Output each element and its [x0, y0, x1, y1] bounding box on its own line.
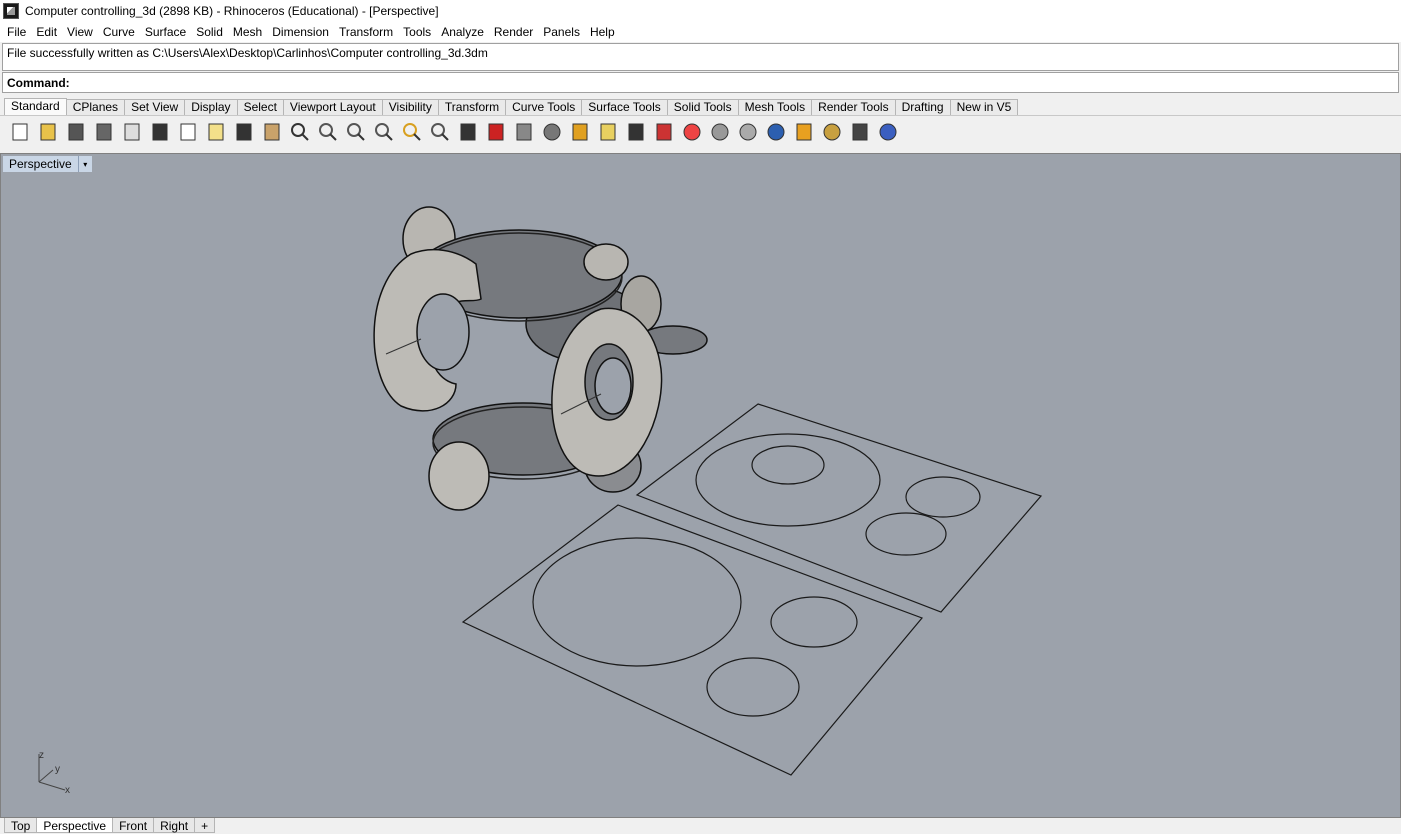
- axis-y-label: y: [55, 764, 60, 775]
- menu-edit[interactable]: Edit: [31, 25, 62, 39]
- command-label: Command:: [7, 75, 70, 90]
- menu-mesh[interactable]: Mesh: [228, 25, 267, 39]
- lightbulb-icon[interactable]: [594, 118, 622, 146]
- toolbar-tab-visibility[interactable]: Visibility: [381, 99, 439, 115]
- copy-icon[interactable]: [174, 118, 202, 146]
- viewport-title[interactable]: Perspective ▾: [3, 156, 92, 172]
- toolbar-tab-set-view[interactable]: Set View: [124, 99, 186, 115]
- pan-hand-icon[interactable]: [258, 118, 286, 146]
- rhino-app-icon[interactable]: [3, 3, 19, 19]
- snap-icon[interactable]: [846, 118, 874, 146]
- import-icon[interactable]: [118, 118, 146, 146]
- zoom-window-icon[interactable]: [342, 118, 370, 146]
- assembled-3d-model[interactable]: [373, 206, 708, 511]
- toolbar-tab-display[interactable]: Display: [184, 99, 238, 115]
- menu-view[interactable]: View: [62, 25, 98, 39]
- undo-view-icon[interactable]: [426, 118, 454, 146]
- toolbar-tab-select[interactable]: Select: [236, 99, 284, 115]
- menu-panels[interactable]: Panels: [538, 25, 585, 39]
- menu-tools[interactable]: Tools: [398, 25, 436, 39]
- viewport-menu-icon[interactable]: ▾: [77, 156, 92, 172]
- flag-icon[interactable]: [790, 118, 818, 146]
- toolbar-tabs: Standard CPlanes Set View Display Select View…: [4, 98, 1019, 115]
- menu-bar: File Edit View Curve Surface Solid Mesh Dimensi…: [0, 22, 1401, 42]
- view-tab-right[interactable]: Right: [153, 818, 196, 833]
- new-file-icon[interactable]: [6, 118, 34, 146]
- paste-icon[interactable]: [202, 118, 230, 146]
- view-tab-front[interactable]: Front: [112, 818, 155, 833]
- cplane-icon[interactable]: [566, 118, 594, 146]
- standard-toolbar: [0, 115, 1401, 147]
- toolbar-tab-cplanes[interactable]: CPlanes: [65, 99, 126, 115]
- toolbar-tab-transform[interactable]: Transform: [437, 99, 507, 115]
- settings-gear-icon[interactable]: [818, 118, 846, 146]
- point-icon[interactable]: [538, 118, 566, 146]
- select-filter-icon[interactable]: [510, 118, 538, 146]
- toolbar-tab-drafting[interactable]: Drafting: [894, 99, 951, 115]
- menu-file[interactable]: File: [2, 25, 31, 39]
- toolbar-tab-mesh-tools[interactable]: Mesh Tools: [737, 99, 813, 115]
- viewport-title-label[interactable]: Perspective: [3, 157, 78, 171]
- toolbar-tab-surface-tools[interactable]: Surface Tools: [581, 99, 668, 115]
- lock-icon[interactable]: [622, 118, 650, 146]
- axis-z-label: z: [39, 750, 44, 761]
- menu-solid[interactable]: Solid: [191, 25, 228, 39]
- menu-render[interactable]: Render: [489, 25, 538, 39]
- command-history: File successfully written as C:\Users\Al…: [2, 43, 1399, 71]
- rotate-view-icon[interactable]: [286, 118, 314, 146]
- menu-transform[interactable]: Transform: [334, 25, 398, 39]
- view-tab-top[interactable]: Top: [4, 818, 38, 833]
- cut-icon[interactable]: [146, 118, 174, 146]
- window-title: Computer controlling_3d (2898 KB) - Rhin…: [25, 4, 439, 18]
- viewport-layout-icon[interactable]: [454, 118, 482, 146]
- toolbar-tab-curve-tools[interactable]: Curve Tools: [505, 99, 583, 115]
- axis-x-label: x: [65, 785, 70, 796]
- title-bar: Computer controlling_3d (2898 KB) - Rhin…: [0, 0, 1401, 22]
- toolbar-tab-new-in-v5[interactable]: New in V5: [949, 99, 1019, 115]
- toolbar-tab-solid-tools[interactable]: Solid Tools: [666, 99, 739, 115]
- print-icon[interactable]: [90, 118, 118, 146]
- blue-sphere-icon[interactable]: [762, 118, 790, 146]
- color-wheel-icon[interactable]: [678, 118, 706, 146]
- rendered-sphere-icon[interactable]: [734, 118, 762, 146]
- viewport-scene[interactable]: z y x: [1, 154, 1400, 817]
- shaded-sphere-icon[interactable]: [706, 118, 734, 146]
- cut-sheet-front[interactable]: [461, 504, 924, 776]
- zoom-selected-icon[interactable]: [398, 118, 426, 146]
- command-input[interactable]: [73, 73, 1398, 92]
- toolbar-tab-viewport-layout[interactable]: Viewport Layout: [282, 99, 383, 115]
- menu-surface[interactable]: Surface: [140, 25, 191, 39]
- save-icon[interactable]: [62, 118, 90, 146]
- add-viewport-tab-icon[interactable]: +: [194, 818, 216, 833]
- command-line[interactable]: Command:: [2, 72, 1399, 93]
- open-folder-icon[interactable]: [34, 118, 62, 146]
- menu-analyze[interactable]: Analyze: [436, 25, 489, 39]
- history-line: File successfully written as C:\Users\Al…: [7, 46, 488, 60]
- menu-help[interactable]: Help: [585, 25, 620, 39]
- perspective-viewport[interactable]: z y x Perspective ▾: [0, 153, 1401, 818]
- zoom-extents-icon[interactable]: [370, 118, 398, 146]
- viewport-tabs: Top Perspective Front Right +: [0, 818, 1401, 833]
- layer-icon[interactable]: [650, 118, 678, 146]
- view-tab-perspective[interactable]: Perspective: [36, 818, 114, 833]
- cut-sheet-back[interactable]: [635, 403, 1043, 613]
- menu-curve[interactable]: Curve: [98, 25, 140, 39]
- zoom-icon[interactable]: [314, 118, 342, 146]
- car-icon[interactable]: [482, 118, 510, 146]
- toolbar-tab-standard[interactable]: Standard: [4, 98, 67, 115]
- undo-icon[interactable]: [230, 118, 258, 146]
- toolbar-tab-render-tools[interactable]: Render Tools: [811, 99, 896, 115]
- menu-dimension[interactable]: Dimension: [267, 25, 334, 39]
- help-icon[interactable]: [874, 118, 902, 146]
